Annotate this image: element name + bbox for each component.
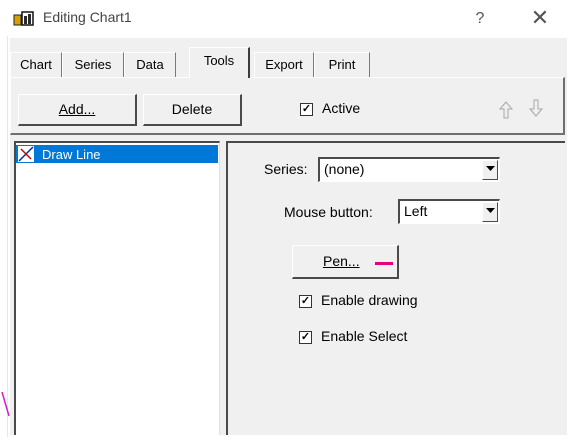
enable-select-label: Enable Select xyxy=(321,328,408,344)
window-title: Editing Chart1 xyxy=(43,9,132,25)
close-button[interactable]: ✕ xyxy=(520,4,560,32)
series-label: Series: xyxy=(264,161,308,177)
add-button-label: Add... xyxy=(58,101,96,117)
enable-drawing-label: Enable drawing xyxy=(321,292,418,308)
pen-button-label: Pen... xyxy=(323,253,360,269)
arrow-down-icon[interactable] xyxy=(528,98,544,118)
delete-button-label: Delete xyxy=(171,101,213,117)
tab-print[interactable]: Print xyxy=(314,52,370,77)
tab-series[interactable]: Series xyxy=(62,52,124,77)
mouse-button-select-value: Left xyxy=(404,203,428,219)
draw-line-icon xyxy=(18,146,34,162)
chevron-down-icon[interactable] xyxy=(482,202,498,222)
tab-data[interactable]: Data xyxy=(124,52,176,77)
background-chart-line xyxy=(7,0,8,437)
pen-button[interactable]: Pen... xyxy=(292,245,399,279)
tab-export[interactable]: Export xyxy=(254,52,314,77)
list-item-label: Draw Line xyxy=(42,147,101,162)
add-button[interactable]: Add... xyxy=(18,94,137,126)
active-label: Active xyxy=(322,100,361,116)
enable-drawing-checkbox[interactable]: ✓ xyxy=(299,295,312,308)
mouse-button-select[interactable]: Left xyxy=(398,199,500,224)
app-icon xyxy=(13,11,34,26)
enable-select-checkbox[interactable]: ✓ xyxy=(299,331,312,344)
mouse-button-label: Mouse button: xyxy=(284,204,373,220)
series-select-value: (none) xyxy=(324,161,365,177)
chevron-down-icon[interactable] xyxy=(482,160,498,180)
tool-list[interactable] xyxy=(14,141,220,435)
pen-color-swatch xyxy=(375,262,393,265)
delete-button[interactable]: Delete xyxy=(143,94,242,126)
tab-tools[interactable]: Tools xyxy=(189,47,250,78)
series-select[interactable]: (none) xyxy=(318,157,500,182)
active-checkbox[interactable]: ✓ xyxy=(300,103,313,116)
tool-settings-panel xyxy=(226,141,565,435)
tab-chart[interactable]: Chart xyxy=(10,52,62,77)
arrow-up-icon[interactable] xyxy=(498,100,514,120)
help-button[interactable]: ? xyxy=(463,6,497,32)
